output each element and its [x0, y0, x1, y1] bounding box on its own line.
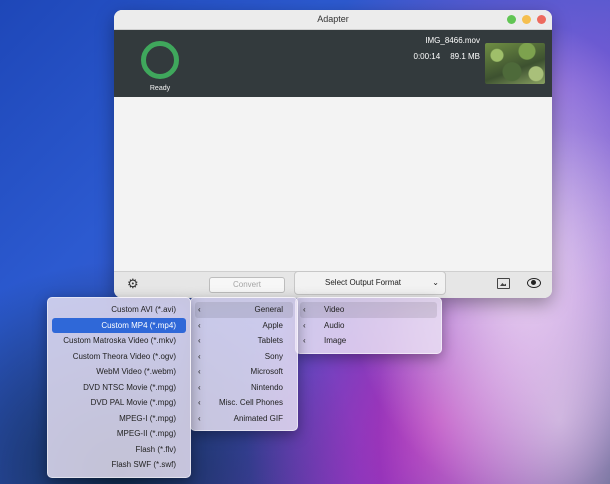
menu-item-nintendo[interactable]: ‹ Nintendo [195, 380, 293, 396]
file-meta: 0:00:14 89.1 MB [414, 52, 481, 61]
menu-item-sony[interactable]: ‹ Sony [195, 349, 293, 365]
title-bar[interactable]: Adapter [114, 10, 552, 30]
convert-button[interactable]: Convert [209, 277, 285, 293]
bottom-toolbar: ⚙ Convert Select Output Format ⌄ [114, 271, 552, 298]
format-item-dvd-pal[interactable]: DVD PAL Movie (*.mpg) [52, 395, 186, 411]
format-item-mp4[interactable]: Custom MP4 (*.mp4) [52, 317, 186, 333]
chevron-left-icon: ‹ [198, 351, 201, 361]
chevron-left-icon: ‹ [198, 305, 201, 314]
chevron-down-icon: ⌄ [432, 278, 439, 287]
format-item-mkv[interactable]: Custom Matroska Video (*.mkv) [52, 333, 186, 349]
chevron-left-icon: ‹ [303, 305, 306, 314]
format-item-flv[interactable]: Flash (*.flv) [52, 442, 186, 458]
menu-item-label: Sony [264, 351, 283, 361]
menu-item-label: Animated GIF [233, 413, 283, 423]
format-item-mpeg2[interactable]: MPEG-II (*.mpg) [52, 426, 186, 442]
format-item-mpeg1[interactable]: MPEG-I (*.mpg) [52, 411, 186, 427]
format-item-dvd-ntsc[interactable]: DVD NTSC Movie (*.mpg) [52, 380, 186, 396]
menu-item-animated-gif[interactable]: ‹ Animated GIF [195, 411, 293, 427]
chevron-left-icon: ‹ [198, 367, 201, 376]
video-thumbnail [485, 43, 545, 84]
status-label: Ready [149, 85, 171, 92]
menu-item-general[interactable]: ‹ General [195, 302, 293, 318]
file-row[interactable]: Ready IMG_8466.mov 0:00:14 89.1 MB [114, 30, 552, 97]
menu-item-tablets[interactable]: ‹ Tablets [195, 333, 293, 349]
output-format-select[interactable]: Select Output Format ⌄ [294, 271, 446, 295]
chevron-left-icon: ‹ [198, 336, 201, 345]
format-item-avi[interactable]: Custom AVI (*.avi) [52, 302, 186, 318]
file-name: IMG_8466.mov [425, 36, 480, 45]
progress-ring-icon [141, 41, 179, 79]
menu-item-image[interactable]: ‹ Image [300, 333, 437, 349]
menu-item-label: Microsoft [250, 367, 283, 376]
file-size: 89.1 MB [450, 52, 480, 61]
menu-item-label: Misc. Cell Phones [218, 398, 283, 407]
window-controls [507, 15, 546, 24]
file-list-area [114, 97, 552, 272]
menu-item-microsoft[interactable]: ‹ Microsoft [195, 364, 293, 380]
gear-icon[interactable]: ⚙ [127, 277, 139, 291]
adapter-window: Adapter Ready IMG_8466.mov 0:00:14 89.1 … [114, 10, 552, 298]
menu-item-label: Tablets [257, 336, 283, 345]
maximize-button[interactable] [507, 15, 516, 24]
menu-item-cell-phones[interactable]: ‹ Misc. Cell Phones [195, 395, 293, 411]
menu-item-label: Audio [324, 320, 345, 330]
eye-icon[interactable] [527, 278, 541, 288]
menu-item-apple[interactable]: ‹ Apple [195, 318, 293, 334]
category-menu: ‹ Video ‹ Audio ‹ Image [295, 297, 442, 354]
format-item-swf[interactable]: Flash SWF (*.swf) [52, 457, 186, 473]
chevron-left-icon: ‹ [303, 320, 306, 330]
chevron-left-icon: ‹ [198, 382, 201, 392]
chevron-left-icon: ‹ [198, 320, 201, 330]
close-button[interactable] [537, 15, 546, 24]
menu-item-label: General [254, 305, 283, 314]
video-group-menu: ‹ General ‹ Apple ‹ Tablets ‹ Sony ‹ Microsof… [190, 297, 298, 431]
format-item-ogv[interactable]: Custom Theora Video (*.ogv) [52, 349, 186, 365]
minimize-button[interactable] [522, 15, 531, 24]
menu-item-audio[interactable]: ‹ Audio [300, 318, 437, 334]
window-title: Adapter [317, 14, 349, 24]
menu-item-label: Video [324, 305, 345, 314]
menu-item-video[interactable]: ‹ Video [300, 302, 437, 318]
menu-item-label: Apple [262, 320, 283, 330]
chevron-left-icon: ‹ [198, 413, 201, 423]
format-item-webm[interactable]: WebM Video (*.webm) [52, 364, 186, 380]
chevron-left-icon: ‹ [198, 398, 201, 407]
chevron-left-icon: ‹ [303, 336, 306, 345]
image-icon[interactable] [497, 278, 510, 289]
general-format-menu: Custom AVI (*.avi) Custom MP4 (*.mp4) Cu… [47, 297, 191, 478]
file-duration: 0:00:14 [413, 52, 441, 61]
menu-item-label: Nintendo [250, 382, 283, 392]
output-format-label: Select Output Format [325, 278, 402, 287]
menu-item-label: Image [324, 336, 347, 345]
